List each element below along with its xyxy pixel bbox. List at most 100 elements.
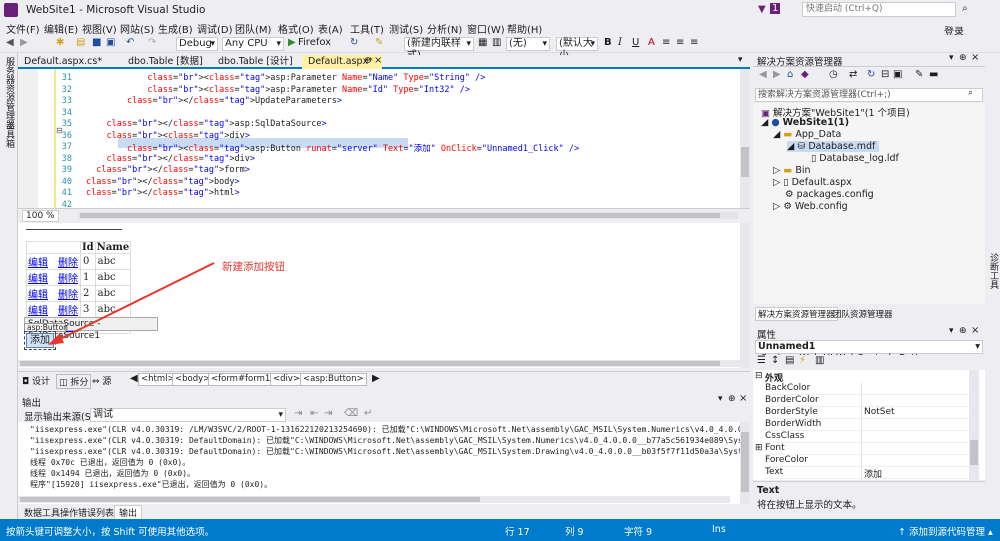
menu-file[interactable]: 文件(F) — [6, 21, 40, 36]
new-project-icon[interactable]: ✱ — [56, 37, 64, 51]
refresh-icon[interactable]: ↻ — [350, 37, 358, 51]
properties-view-icon[interactable]: ▤ — [785, 355, 794, 369]
tree-app-data[interactable]: ◢ ▬ App_Data — [773, 129, 841, 140]
tab-pin-icon[interactable]: ⊕ — [364, 56, 372, 66]
clear-all-icon[interactable]: ⌫ — [344, 408, 358, 422]
word-wrap-icon[interactable]: ↵ — [364, 408, 372, 422]
server-explorer-tab[interactable]: 服务器资源管理器 — [3, 57, 16, 129]
property-row[interactable]: ForeColor — [765, 455, 975, 467]
expand-font-icon[interactable]: ⊞ — [755, 443, 763, 453]
menu-analyze[interactable]: 分析(N) — [427, 21, 462, 36]
menu-format[interactable]: 格式(O) — [278, 21, 314, 36]
property-row[interactable]: BorderWidth — [765, 419, 975, 431]
property-row[interactable]: Text 添加 — [765, 467, 975, 480]
se-refresh-icon[interactable]: ↻ — [867, 69, 875, 83]
property-row[interactable]: BorderColor — [765, 395, 975, 407]
quick-launch-input[interactable]: 快速启动 (Ctrl+Q) — [802, 2, 956, 17]
menu-team[interactable]: 团队(M) — [235, 21, 271, 36]
se-pin-icon[interactable]: ⊕ — [959, 53, 967, 63]
breadcrumb-div[interactable]: <div> — [270, 373, 304, 386]
menu-debug[interactable]: 调试(D) — [197, 21, 233, 36]
forward-icon[interactable]: ▶ — [20, 37, 28, 51]
tree-default-aspx[interactable]: ▷ ▯ Default.aspx — [773, 177, 852, 188]
output-hscroll[interactable] — [18, 496, 730, 503]
property-row[interactable]: CssClass — [765, 431, 975, 443]
menu-help[interactable]: 帮助(H) — [507, 21, 542, 36]
property-object-selector[interactable]: Unnamed1 System.Web.UI.WebControls.Butto… — [755, 340, 983, 364]
align-right-icon[interactable]: ≡ — [690, 37, 698, 51]
config-combo[interactable]: Debug — [176, 37, 218, 51]
menu-window[interactable]: 窗口(W) — [467, 21, 505, 36]
property-row[interactable]: ⊞ Font — [755, 443, 975, 455]
menu-table[interactable]: 表(A) — [318, 21, 343, 36]
platform-combo[interactable]: Any CPU — [222, 37, 284, 51]
menu-edit[interactable]: 编辑(E) — [44, 21, 78, 36]
underline-icon[interactable]: U — [632, 37, 639, 51]
se-preview-icon[interactable]: ▬ — [929, 69, 938, 83]
toolbox-tab[interactable]: 工具箱 — [3, 121, 16, 148]
tab-close-icon[interactable]: × — [374, 55, 382, 66]
breadcrumb-button[interactable]: <asp:Button> — [300, 373, 367, 386]
design-vscroll[interactable] — [740, 223, 750, 368]
notification-count[interactable]: 1 — [770, 3, 781, 14]
se-forward-icon[interactable]: ▶ — [773, 69, 781, 83]
output-text[interactable]: "iisexpress.exe"(CLR v4.0.30319: /LM/W3S… — [18, 422, 740, 504]
target-combo[interactable]: (无) — [506, 37, 550, 51]
design-surface[interactable]: Id Name 编辑 删除 0 abc 编辑 删除 1 abc 编辑 删除 2 abc 编辑 删除 3 abc… — [18, 223, 750, 368]
editor-hscroll[interactable] — [78, 212, 738, 219]
forecolor-icon[interactable]: A — [648, 37, 655, 51]
output-vscroll[interactable] — [740, 422, 750, 504]
zoom-combo[interactable]: 100 % — [22, 210, 59, 222]
source-control-button[interactable]: ↑ 添加到源代码管理 ▴ — [898, 524, 993, 538]
menu-build[interactable]: 生成(B) — [158, 21, 193, 36]
next-message-icon[interactable]: ⇥ — [324, 408, 332, 422]
run-icon[interactable]: ▶ — [288, 37, 296, 51]
property-value[interactable]: 添加 — [864, 467, 882, 480]
save-all-icon[interactable]: ▣ — [106, 37, 115, 51]
se-properties-icon[interactable]: ✎ — [915, 69, 923, 83]
menu-tools[interactable]: 工具(T) — [350, 21, 384, 36]
se-home-icon[interactable]: ⌂ — [787, 69, 793, 83]
tab-overflow-icon[interactable]: ▾ — [738, 55, 743, 65]
tree-database-mdf[interactable]: ◢ ⛁ Database.mdf — [787, 141, 880, 152]
breadcrumb-next-icon[interactable]: ▶ — [372, 373, 380, 384]
font-size-combo[interactable]: (默认大小 — [556, 37, 598, 61]
tab-solution-explorer[interactable]: 解决方案资源管理器 — [755, 307, 838, 321]
se-collapse-icon[interactable]: ⊟ — [881, 69, 889, 83]
browser-button[interactable]: Firefox — [298, 37, 331, 51]
tab-design[interactable]: ◘ 设计 — [22, 374, 50, 387]
se-close-icon[interactable]: × — [971, 52, 979, 63]
se-search-icon[interactable]: ⌕ — [968, 88, 973, 98]
italic-icon[interactable]: I — [618, 37, 622, 51]
tab-data-tools[interactable]: 数据工具操作 — [24, 506, 78, 519]
pointer-icon[interactable]: ✎ — [375, 37, 383, 51]
tab-source[interactable]: ⇔ 源 — [92, 374, 111, 387]
redo-icon[interactable]: ↷ — [148, 37, 156, 51]
search-icon[interactable]: ⌕ — [962, 3, 968, 14]
property-row[interactable]: BackColor — [765, 383, 975, 395]
align-left-icon[interactable]: ≡ — [662, 37, 670, 51]
property-row[interactable]: BorderStyle NotSet — [765, 407, 975, 419]
back-icon[interactable]: ◀ — [6, 37, 14, 51]
style-combo[interactable]: (新建内联样式) — [404, 37, 474, 61]
output-dropdown-icon[interactable]: ▾ — [718, 394, 723, 404]
design-hscroll[interactable] — [18, 360, 740, 367]
tab-output[interactable]: 输出 — [114, 505, 143, 520]
tab-default-aspx-cs[interactable]: Default.aspx.cs* — [18, 55, 114, 69]
output-source-combo[interactable]: 调试 — [90, 408, 286, 422]
tree-packages-config[interactable]: ⚙ packages.config — [785, 189, 874, 200]
open-file-icon[interactable]: ▤ — [76, 37, 85, 51]
alphabetical-icon[interactable]: ↕ — [771, 355, 779, 369]
se-showall-icon[interactable]: ▣ — [893, 69, 902, 83]
tree-web-config[interactable]: ▷ ⚙ Web.config — [773, 201, 848, 212]
tab-table-data[interactable]: dbo.Table [数据] — [122, 55, 218, 69]
tab-team-explorer[interactable]: 团队资源管理器 — [833, 308, 893, 320]
diagnostics-tab[interactable]: 诊断工具 — [987, 253, 1000, 289]
se-dropdown-icon[interactable]: ▾ — [949, 53, 954, 63]
events-icon[interactable]: ⚡ — [799, 355, 806, 369]
se-sync-icon[interactable]: ⇄ — [849, 69, 857, 83]
prop-close-icon[interactable]: × — [971, 325, 979, 336]
tab-table-design[interactable]: dbo.Table [设计] — [212, 55, 308, 69]
tree-database-ldf[interactable]: ▯ Database_log.ldf — [811, 153, 899, 164]
prop-pin-icon[interactable]: ⊕ — [959, 326, 967, 336]
